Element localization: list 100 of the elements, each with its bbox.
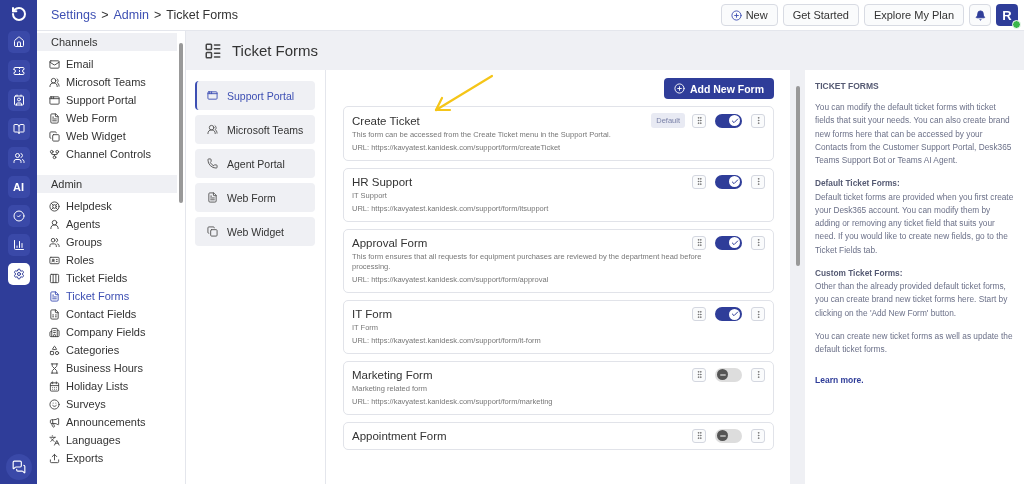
rail-nav-button[interactable] <box>7 205 30 227</box>
ai-label: AI <box>13 181 24 193</box>
document-icon <box>49 112 60 124</box>
contact-card-icon <box>12 94 25 106</box>
breadcrumb-text: > <box>153 8 162 22</box>
sidebar-item[interactable]: Channel Controls <box>37 145 177 163</box>
scrollbar-thumb[interactable] <box>179 43 183 203</box>
sidebar-item[interactable]: Ticket Fields <box>37 269 177 287</box>
smile-icon <box>49 398 60 410</box>
check-icon <box>730 177 739 186</box>
grip-icon <box>694 370 704 380</box>
drag-handle[interactable] <box>692 113 706 128</box>
sidebar-item[interactable]: Support Portal <box>37 91 177 109</box>
channel-tab[interactable]: Web Form <box>195 183 315 212</box>
sidebar-item[interactable]: Email <box>37 55 177 73</box>
form-title: Approval Form <box>352 236 428 249</box>
upload-icon <box>49 452 60 464</box>
grip-icon <box>694 116 704 125</box>
page-title: Ticket Forms <box>232 42 319 59</box>
rail-nav-button[interactable] <box>7 89 30 111</box>
drag-handle[interactable] <box>692 174 706 189</box>
document-icon <box>49 290 60 302</box>
rail-nav-button[interactable] <box>7 118 30 140</box>
sidebar-item[interactable]: Exports <box>37 449 177 467</box>
sidebar-item[interactable]: Holiday Lists <box>37 377 177 395</box>
grip-icon <box>694 177 704 187</box>
scrollbar-thumb[interactable] <box>795 86 800 266</box>
help-subheading: Custom Ticket Forms: <box>815 266 904 280</box>
sidebar-item[interactable]: Contact Fields <box>37 305 177 323</box>
breadcrumb-link[interactable]: Admin <box>113 8 149 22</box>
sidebar-item[interactable]: Business Hours <box>37 359 177 377</box>
channel-tab[interactable]: Agent Portal <box>195 149 315 178</box>
top-button[interactable]: Get Started <box>782 4 859 26</box>
sidebar-item[interactable]: Roles <box>37 251 177 269</box>
sidebar-item[interactable]: Groups <box>37 233 177 251</box>
enable-toggle[interactable] <box>715 367 742 382</box>
people-icon <box>12 152 25 164</box>
columns-icon <box>49 272 60 284</box>
sidebar-item[interactable]: Surveys <box>37 395 177 413</box>
sidebar-item[interactable]: Web Widget <box>37 127 177 145</box>
check-circle-icon <box>12 210 25 222</box>
form-title: IT Form <box>352 308 393 321</box>
form-title: Appointment Form <box>352 429 447 442</box>
channel-tab[interactable]: Support Portal <box>195 81 315 110</box>
channel-tab[interactable]: Microsoft Teams <box>195 115 315 144</box>
drag-handle[interactable] <box>692 428 706 443</box>
sidebar-section-header: Admin <box>37 175 177 193</box>
plus-circle-icon <box>730 9 742 21</box>
add-new-form-button[interactable]: Add New Form <box>663 78 774 99</box>
top-button[interactable]: New <box>720 4 778 26</box>
online-status-icon <box>1012 20 1021 29</box>
rail-nav-button[interactable] <box>7 234 30 256</box>
sidebar-item[interactable]: Microsoft Teams <box>37 73 177 91</box>
sidebar-item[interactable]: Company Fields <box>37 323 177 341</box>
channel-tab[interactable]: Web Widget <box>195 217 315 246</box>
rail-nav-button[interactable] <box>7 147 30 169</box>
drag-handle[interactable] <box>692 307 706 322</box>
help-subheading: Default Ticket Forms: <box>815 177 901 191</box>
enable-toggle[interactable] <box>715 113 742 128</box>
copy-icon <box>49 130 60 142</box>
people-icon <box>49 236 60 248</box>
breadcrumb-link[interactable]: Settings <box>51 8 97 22</box>
help-heading: TICKET FORMS <box>815 81 880 91</box>
check-icon <box>730 116 739 125</box>
sidebar-item[interactable]: Agents <box>37 215 177 233</box>
grip-icon <box>694 238 704 247</box>
sidebar-item[interactable]: Languages <box>37 431 177 449</box>
enable-toggle[interactable] <box>715 307 742 322</box>
sidebar-item[interactable]: Categories <box>37 341 177 359</box>
top-button[interactable]: Explore My Plan <box>863 4 964 26</box>
arrow-annotation <box>432 74 494 114</box>
user-avatar[interactable]: R <box>996 4 1018 26</box>
notifications-button[interactable] <box>969 4 991 26</box>
form-title: Create Ticket <box>352 114 420 127</box>
bar-chart-icon <box>12 239 25 251</box>
sidebar-item[interactable]: Web Form <box>37 109 177 127</box>
sidebar-item[interactable]: Ticket Forms <box>37 287 177 305</box>
drag-handle[interactable] <box>692 235 706 250</box>
calendar-icon <box>49 380 60 392</box>
settings-icon <box>12 268 25 280</box>
document-icon <box>207 192 218 203</box>
rail-nav-button[interactable] <box>7 60 30 82</box>
rail-nav-button[interactable] <box>7 263 30 285</box>
rail-nav-button[interactable]: AI <box>7 176 30 198</box>
enable-toggle[interactable] <box>715 235 742 250</box>
help-paragraph: You can create new ticket forms as well as update the default ticket forms. <box>815 330 1014 357</box>
learn-more-link[interactable]: Learn more. <box>815 374 1014 385</box>
copy-icon <box>207 226 218 237</box>
drag-handle[interactable] <box>692 367 706 382</box>
sidebar-item[interactable]: Helpdesk <box>37 197 177 215</box>
sidebar-item[interactable]: Announcements <box>37 413 177 431</box>
enable-toggle[interactable] <box>715 174 742 189</box>
logo-icon[interactable] <box>10 6 27 22</box>
people-icon <box>207 124 218 135</box>
chat-button[interactable] <box>5 454 32 480</box>
chat-icon <box>11 460 26 474</box>
id-card-icon <box>49 254 60 266</box>
phone-icon <box>207 158 218 169</box>
rail-nav-button[interactable] <box>7 31 30 53</box>
enable-toggle[interactable] <box>715 428 742 443</box>
